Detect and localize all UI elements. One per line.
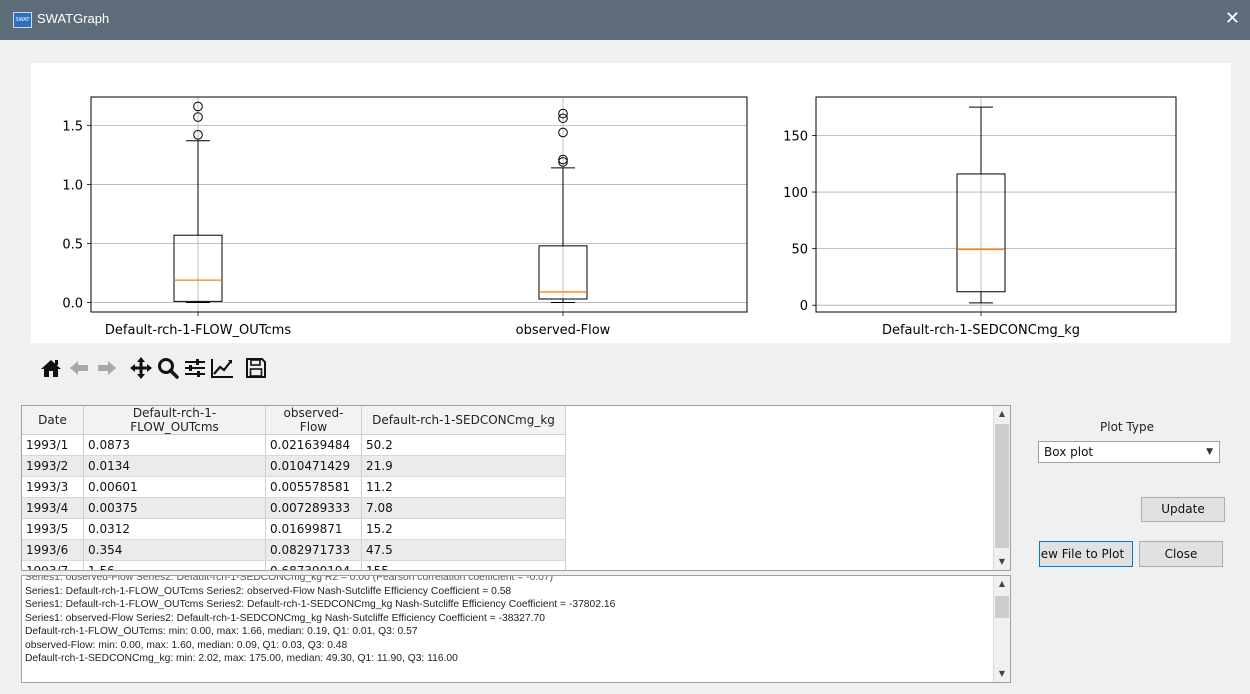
y-tick-label: 150 <box>783 129 808 144</box>
plot-canvas: 0.0 0.5 1.0 1.5 Default-rch-1-FLOW_OUTcms obs… <box>31 63 1231 343</box>
scroll-up-arrow-icon[interactable]: ▲ <box>994 576 1010 592</box>
table-cell[interactable]: 0.00601 <box>83 476 266 498</box>
plot-type-label: Plot Type <box>1100 420 1154 434</box>
subplots-config-icon[interactable] <box>182 354 208 382</box>
column-header-observed-flow[interactable]: observed-Flow <box>265 406 362 435</box>
scrollbar-thumb[interactable] <box>995 596 1009 618</box>
table-cell[interactable]: 0.00375 <box>83 497 266 519</box>
box-plot-figure: 0.0 0.5 1.0 1.5 Default-rch-1-FLOW_OUTcms obs… <box>62 96 1177 338</box>
table-row[interactable]: 1993/6 0.354 0.082971733 47.5 <box>22 539 566 561</box>
table-row[interactable]: 1993/7 1.56 0.687390194 155 <box>22 560 566 570</box>
y-tick-label: 1.0 <box>62 178 83 193</box>
column-header-sedconc[interactable]: Default-rch-1-SEDCONCmg_kg <box>361 406 566 435</box>
table-row[interactable]: 1993/5 0.0312 0.01699871 15.2 <box>22 518 566 540</box>
zoom-icon[interactable] <box>155 354 181 382</box>
edit-axis-icon[interactable] <box>209 354 235 382</box>
axes-frame <box>815 96 1177 313</box>
data-table[interactable]: Date Default-rch-1-FLOW_OUTcms observed-… <box>21 405 1011 571</box>
chevron-down-icon: ▼ <box>1206 447 1213 457</box>
x-tick-label: observed-Flow <box>516 323 611 338</box>
table-cell[interactable]: 0.007289333 <box>265 497 362 519</box>
y-tick-label: 0.5 <box>62 237 83 252</box>
table-cell[interactable]: 1993/1 <box>22 434 84 456</box>
table-cell[interactable]: 0.021639484 <box>265 434 362 456</box>
table-cell[interactable]: 21.9 <box>361 455 566 477</box>
pan-icon[interactable] <box>128 354 154 382</box>
table-cell[interactable]: 1993/3 <box>22 476 84 498</box>
log-line: Default-rch-1-FLOW_OUTcms: min: 0.00, ma… <box>25 626 418 637</box>
window-title: SWATGraph <box>37 11 110 26</box>
table-cell[interactable]: 0.082971733 <box>265 539 362 561</box>
table-cell[interactable]: 0.0134 <box>83 455 266 477</box>
log-line: Series1: observed-Flow Series2: Default-… <box>25 612 545 624</box>
table-cell[interactable]: 1.56 <box>83 560 266 570</box>
table-cell[interactable]: 0.01699871 <box>265 518 362 540</box>
new-file-to-plot-button[interactable]: New File to Plot <box>1039 541 1133 567</box>
table-cell[interactable]: 1993/4 <box>22 497 84 519</box>
scroll-down-arrow-icon[interactable]: ▼ <box>994 666 1010 682</box>
log-text: Series1: observed-Flow Series2: Default-… <box>25 575 616 666</box>
table-cell[interactable]: 155 <box>361 560 566 570</box>
table-cell[interactable]: 0.010471429 <box>265 455 362 477</box>
update-button[interactable]: Update <box>1141 497 1225 522</box>
log-line-partial: Series1: observed-Flow Series2: Default-… <box>25 575 554 583</box>
table-cell[interactable]: 0.0312 <box>83 518 266 540</box>
save-icon[interactable] <box>243 354 269 382</box>
home-icon[interactable] <box>38 354 64 382</box>
y-tick-label: 1.5 <box>62 119 83 134</box>
log-line: Series1: Default-rch-1-FLOW_OUTcms Serie… <box>25 599 616 610</box>
scroll-up-arrow-icon[interactable]: ▲ <box>994 406 1010 422</box>
table-cell[interactable]: 1993/5 <box>22 518 84 540</box>
plot-type-value: Box plot <box>1044 445 1094 459</box>
forward-arrow-icon[interactable] <box>94 354 120 382</box>
x-tick-label: Default-rch-1-FLOW_OUTcms <box>105 323 291 338</box>
table-cell[interactable]: 15.2 <box>361 518 566 540</box>
table-cell[interactable]: 0.354 <box>83 539 266 561</box>
table-row[interactable]: 1993/1 0.0873 0.021639484 50.2 <box>22 434 566 456</box>
table-cell[interactable]: 11.2 <box>361 476 566 498</box>
y-tick-label: 50 <box>791 243 808 258</box>
table-cell[interactable]: 0.0873 <box>83 434 266 456</box>
log-line: Default-rch-1-SEDCONCmg_kg: min: 2.02, m… <box>25 653 458 664</box>
table-cell[interactable]: 1993/7 <box>22 560 84 570</box>
y-tick-label: 0.0 <box>62 297 83 312</box>
log-line: observed-Flow: min: 0.00, max: 1.60, med… <box>25 639 348 651</box>
column-header-date[interactable]: Date <box>22 406 84 435</box>
table-row[interactable]: 1993/4 0.00375 0.007289333 7.08 <box>22 497 566 519</box>
close-window-icon[interactable]: ✕ <box>1225 8 1240 29</box>
table-cell[interactable]: 1993/2 <box>22 455 84 477</box>
plot-type-select[interactable]: Box plot ▼ <box>1038 441 1220 463</box>
scroll-down-arrow-icon[interactable]: ▼ <box>994 554 1010 570</box>
app-icon: SWAT <box>13 12 32 28</box>
y-tick-label: 100 <box>783 186 808 201</box>
table-cell[interactable]: 0.687390194 <box>265 560 362 570</box>
column-header-flow-outcms[interactable]: Default-rch-1-FLOW_OUTcms <box>83 406 266 435</box>
table-cell[interactable]: 50.2 <box>361 434 566 456</box>
table-cell[interactable]: 47.5 <box>361 539 566 561</box>
table-row[interactable]: 1993/2 0.0134 0.010471429 21.9 <box>22 455 566 477</box>
title-bar: SWAT SWATGraph ✕ <box>0 0 1250 40</box>
x-tick-label: Default-rch-1-SEDCONCmg_kg <box>882 323 1080 338</box>
data-grid: Date Default-rch-1-FLOW_OUTcms observed-… <box>22 406 566 570</box>
table-header-row: Date Default-rch-1-FLOW_OUTcms observed-… <box>22 406 566 435</box>
y-tick-label: 0 <box>800 299 808 314</box>
table-row[interactable]: 1993/3 0.00601 0.005578581 11.2 <box>22 476 566 498</box>
table-cell[interactable]: 7.08 <box>361 497 566 519</box>
log-line: Series1: Default-rch-1-FLOW_OUTcms Serie… <box>25 585 512 597</box>
back-arrow-icon[interactable] <box>66 354 92 382</box>
table-cell[interactable]: 0.005578581 <box>265 476 362 498</box>
statistics-output[interactable]: Series1: observed-Flow Series2: Default-… <box>21 575 1011 683</box>
close-button[interactable]: Close <box>1139 541 1223 567</box>
table-cell[interactable]: 1993/6 <box>22 539 84 561</box>
table-scrollbar[interactable]: ▲ ▼ <box>993 406 1010 570</box>
log-scrollbar[interactable]: ▲ ▼ <box>993 576 1010 682</box>
scrollbar-thumb[interactable] <box>995 424 1009 548</box>
